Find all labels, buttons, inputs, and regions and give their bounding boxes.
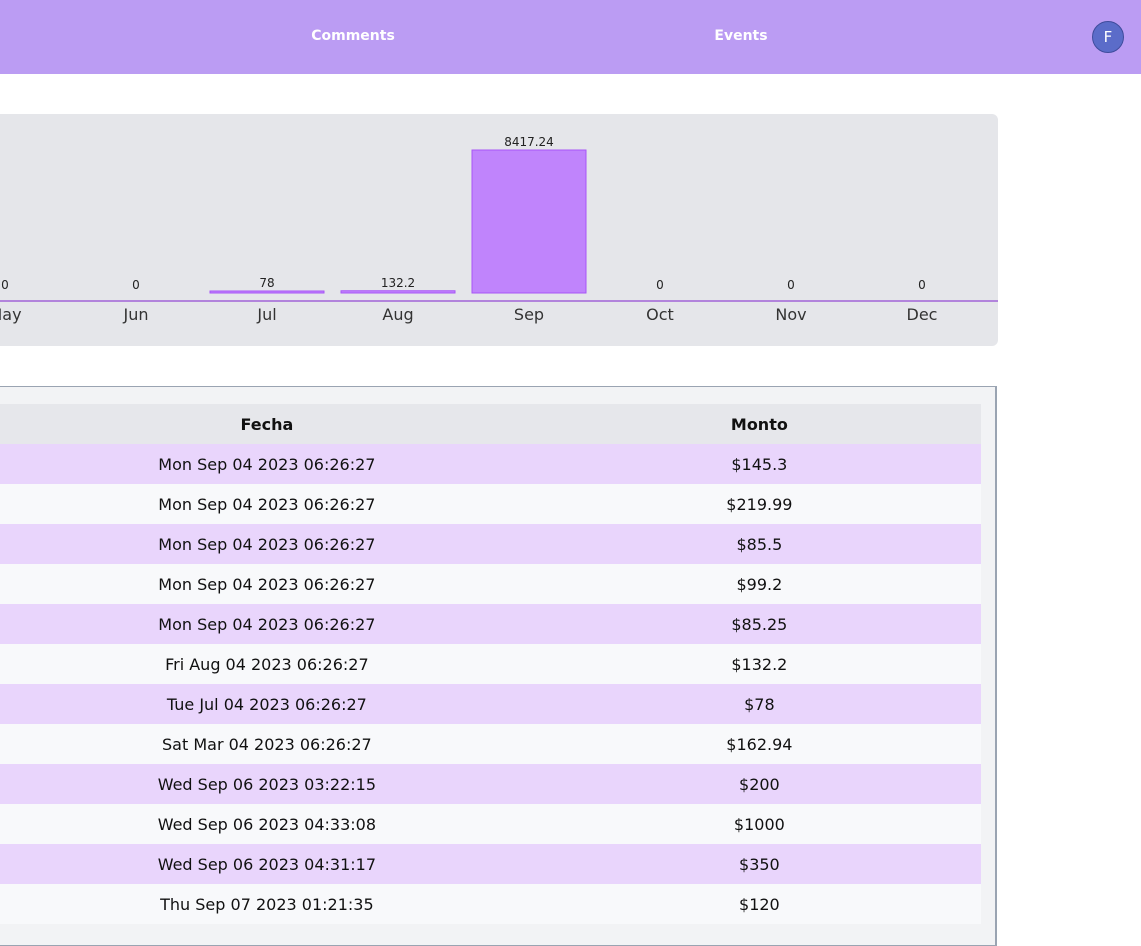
bar-aug[interactable] bbox=[340, 290, 456, 294]
tick-label-nov: Nov bbox=[775, 305, 806, 324]
cell-fecha: Mon Sep 04 2023 06:26:27 bbox=[0, 444, 538, 484]
data-label-may: 0 bbox=[1, 278, 9, 292]
tick-label-sep: Sep bbox=[514, 305, 544, 324]
cell-monto: $1000 bbox=[537, 804, 981, 844]
transactions-table: Fecha Monto Mon Sep 04 2023 06:26:27 $145… bbox=[0, 404, 981, 924]
cell-monto: $78 bbox=[537, 684, 981, 724]
cell-fecha: Mon Sep 04 2023 06:26:27 bbox=[0, 484, 538, 524]
cell-monto: $162.94 bbox=[537, 724, 981, 764]
tick-label-aug: Aug bbox=[382, 305, 413, 324]
tick-label-may: May bbox=[0, 305, 22, 324]
data-label-sep: 8417.24 bbox=[504, 135, 554, 149]
cell-monto: $85.5 bbox=[537, 524, 981, 564]
cell-fecha: Sat Mar 04 2023 06:26:27 bbox=[0, 724, 538, 764]
cell-monto: $219.99 bbox=[537, 484, 981, 524]
cell-fecha: Wed Sep 06 2023 04:33:08 bbox=[0, 804, 538, 844]
cell-monto: $200 bbox=[537, 764, 981, 804]
table-row[interactable]: Tue Jul 04 2023 06:26:27 $78 bbox=[0, 684, 981, 724]
cell-fecha: Mon Sep 04 2023 06:26:27 bbox=[0, 604, 538, 644]
tick-label-oct: Oct bbox=[646, 305, 674, 324]
table-row[interactable]: Mon Sep 04 2023 06:26:27 $145.3 bbox=[0, 444, 981, 484]
tick-label-jun: Jun bbox=[123, 305, 149, 324]
cell-monto: $99.2 bbox=[537, 564, 981, 604]
bar-jul[interactable] bbox=[209, 290, 325, 294]
column-header-fecha-label: Fecha bbox=[240, 414, 294, 434]
table-row[interactable]: Fri Aug 04 2023 06:26:27 $132.2 bbox=[0, 644, 981, 684]
table-row[interactable]: Sat Mar 04 2023 06:26:27 $162.94 bbox=[0, 724, 981, 764]
nav-link-events[interactable]: Events bbox=[714, 28, 767, 44]
tick-label-dec: Dec bbox=[907, 305, 938, 324]
column-header-monto: Monto bbox=[537, 404, 981, 444]
cell-monto: $85.25 bbox=[537, 604, 981, 644]
cell-fecha: Tue Jul 04 2023 06:26:27 bbox=[0, 684, 538, 724]
cell-fecha: Wed Sep 06 2023 04:31:17 bbox=[0, 844, 538, 884]
nav-link-comments[interactable]: Comments bbox=[311, 28, 395, 44]
cell-fecha: Wed Sep 06 2023 03:22:15 bbox=[0, 764, 538, 804]
table-row[interactable]: Wed Sep 06 2023 03:22:15 $200 bbox=[0, 764, 981, 804]
tick-label-jul: Jul bbox=[256, 305, 276, 324]
column-header-fecha: Fecha bbox=[0, 404, 538, 444]
cell-monto: $350 bbox=[537, 844, 981, 884]
data-label-jul: 78 bbox=[259, 276, 274, 290]
table-row[interactable]: Mon Sep 04 2023 06:26:27 $219.99 bbox=[0, 484, 981, 524]
data-label-nov: 0 bbox=[787, 278, 795, 292]
table-header-row: Fecha Monto bbox=[0, 404, 981, 444]
transactions-table-card: Fecha Monto Mon Sep 04 2023 06:26:27 $145… bbox=[0, 386, 997, 946]
avatar[interactable]: F bbox=[1092, 21, 1124, 53]
cell-monto: $145.3 bbox=[537, 444, 981, 484]
table-row[interactable]: Wed Sep 06 2023 04:31:17 $350 bbox=[0, 844, 981, 884]
cell-monto: $132.2 bbox=[537, 644, 981, 684]
table-row[interactable]: Mon Sep 04 2023 06:26:27 $85.5 bbox=[0, 524, 981, 564]
data-label-dec: 0 bbox=[918, 278, 926, 292]
data-label-jun: 0 bbox=[132, 278, 140, 292]
cell-fecha: Fri Aug 04 2023 06:26:27 bbox=[0, 644, 538, 684]
monthly-bar-chart: 0 May 0 Jun 78 Jul 132.2 Aug 8417.24 Sep 0 Oct 0 Nov 0… bbox=[0, 114, 998, 346]
table-row[interactable]: Wed Sep 06 2023 04:33:08 $1000 bbox=[0, 804, 981, 844]
data-label-oct: 0 bbox=[656, 278, 664, 292]
cell-fecha: Mon Sep 04 2023 06:26:27 bbox=[0, 524, 538, 564]
cell-monto: $120 bbox=[537, 884, 981, 924]
bar-sep[interactable] bbox=[471, 149, 587, 294]
cell-fecha: Thu Sep 07 2023 01:21:35 bbox=[0, 884, 538, 924]
table-row[interactable]: Mon Sep 04 2023 06:26:27 $85.25 bbox=[0, 604, 981, 644]
table-row[interactable]: Mon Sep 04 2023 06:26:27 $99.2 bbox=[0, 564, 981, 604]
top-navbar: Comments Events F bbox=[0, 0, 1141, 74]
cell-fecha: Mon Sep 04 2023 06:26:27 bbox=[0, 564, 538, 604]
table-row[interactable]: Thu Sep 07 2023 01:21:35 $120 bbox=[0, 884, 981, 924]
bar-chart-svg: 0 May 0 Jun 78 Jul 132.2 Aug 8417.24 Sep 0 Oct 0 Nov 0… bbox=[0, 135, 998, 324]
data-label-aug: 132.2 bbox=[381, 276, 415, 290]
